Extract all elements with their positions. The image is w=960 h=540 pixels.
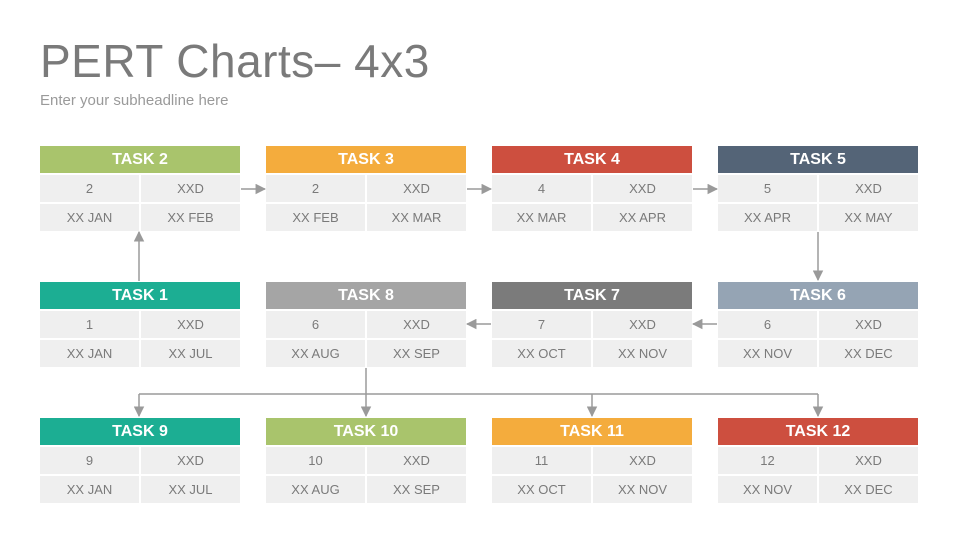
task-start: XX FEB [266, 204, 365, 231]
task-end: XX SEP [367, 476, 466, 503]
task-end: XX JUL [141, 476, 240, 503]
task-start: XX AUG [266, 476, 365, 503]
task-start: XX OCT [492, 476, 591, 503]
task-header: TASK 2 [40, 146, 240, 173]
task-number: 9 [40, 447, 139, 474]
task-duration: XXD [367, 175, 466, 202]
task-card-1: TASK 1 1 XXD XX JAN XX JUL [40, 282, 240, 369]
task-end: XX SEP [367, 340, 466, 367]
task-end: XX DEC [819, 476, 918, 503]
task-end: XX MAR [367, 204, 466, 231]
task-start: XX AUG [266, 340, 365, 367]
task-duration: XXD [141, 447, 240, 474]
task-number: 12 [718, 447, 817, 474]
task-end: XX DEC [819, 340, 918, 367]
task-start: XX MAR [492, 204, 591, 231]
task-start: XX JAN [40, 204, 139, 231]
task-header: TASK 4 [492, 146, 692, 173]
task-card-9: TASK 9 9 XXD XX JAN XX JUL [40, 418, 240, 505]
task-number: 1 [40, 311, 139, 338]
task-duration: XXD [141, 311, 240, 338]
task-number: 6 [718, 311, 817, 338]
task-duration: XXD [593, 447, 692, 474]
task-header: TASK 8 [266, 282, 466, 309]
task-header: TASK 6 [718, 282, 918, 309]
task-card-2: TASK 2 2 XXD XX JAN XX FEB [40, 146, 240, 233]
task-header: TASK 3 [266, 146, 466, 173]
task-start: XX JAN [40, 340, 139, 367]
task-number: 5 [718, 175, 817, 202]
task-number: 2 [266, 175, 365, 202]
task-card-5: TASK 5 5 XXD XX APR XX MAY [718, 146, 918, 233]
task-header: TASK 7 [492, 282, 692, 309]
task-duration: XXD [593, 311, 692, 338]
task-start: XX NOV [718, 476, 817, 503]
task-start: XX NOV [718, 340, 817, 367]
task-number: 6 [266, 311, 365, 338]
task-header: TASK 5 [718, 146, 918, 173]
task-header: TASK 9 [40, 418, 240, 445]
task-duration: XXD [819, 311, 918, 338]
task-number: 4 [492, 175, 591, 202]
task-start: XX OCT [492, 340, 591, 367]
task-duration: XXD [367, 447, 466, 474]
task-header: TASK 1 [40, 282, 240, 309]
task-card-6: TASK 6 6 XXD XX NOV XX DEC [718, 282, 918, 369]
task-duration: XXD [819, 447, 918, 474]
task-number: 2 [40, 175, 139, 202]
task-duration: XXD [141, 175, 240, 202]
task-duration: XXD [819, 175, 918, 202]
task-card-10: TASK 10 10 XXD XX AUG XX SEP [266, 418, 466, 505]
task-end: XX JUL [141, 340, 240, 367]
task-number: 7 [492, 311, 591, 338]
task-header: TASK 11 [492, 418, 692, 445]
task-end: XX APR [593, 204, 692, 231]
task-card-12: TASK 12 12 XXD XX NOV XX DEC [718, 418, 918, 505]
task-header: TASK 10 [266, 418, 466, 445]
task-start: XX APR [718, 204, 817, 231]
task-number: 10 [266, 447, 365, 474]
task-duration: XXD [593, 175, 692, 202]
task-number: 11 [492, 447, 591, 474]
task-card-7: TASK 7 7 XXD XX OCT XX NOV [492, 282, 692, 369]
task-start: XX JAN [40, 476, 139, 503]
task-card-3: TASK 3 2 XXD XX FEB XX MAR [266, 146, 466, 233]
task-duration: XXD [367, 311, 466, 338]
task-card-8: TASK 8 6 XXD XX AUG XX SEP [266, 282, 466, 369]
task-end: XX NOV [593, 340, 692, 367]
task-card-4: TASK 4 4 XXD XX MAR XX APR [492, 146, 692, 233]
task-end: XX FEB [141, 204, 240, 231]
task-header: TASK 12 [718, 418, 918, 445]
task-card-11: TASK 11 11 XXD XX OCT XX NOV [492, 418, 692, 505]
task-end: XX NOV [593, 476, 692, 503]
task-end: XX MAY [819, 204, 918, 231]
